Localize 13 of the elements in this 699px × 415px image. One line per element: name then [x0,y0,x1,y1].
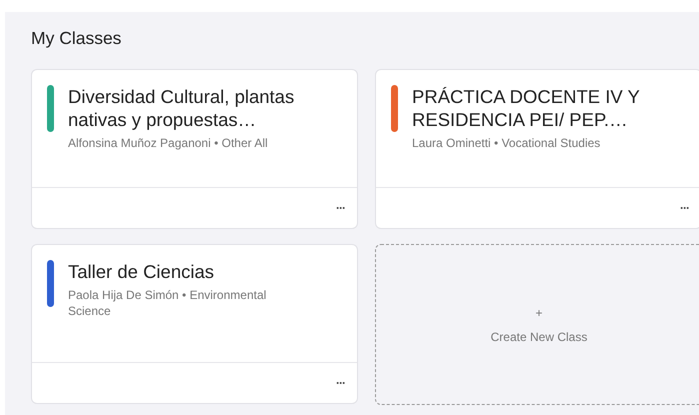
create-class-label: Create New Class [490,330,588,344]
plus-icon: + [535,306,542,320]
create-class-button[interactable]: + Create New Class [375,244,699,405]
section-heading: My Classes [31,28,122,49]
class-details: Alfonsina Muñoz Paganoni • Other All [68,135,269,151]
class-details: Paola Hija De Simón • Environmental Science [68,287,268,319]
class-details: Laura Ominetti • Vocational Studies [412,135,602,151]
class-title[interactable]: PRÁCTICA DOCENTE IV Y RESIDENCIA PEI/ PEP.… [412,85,687,131]
class-title[interactable]: Diversidad Cultural, plantas nativas y propuestas… [68,85,343,131]
more-menu-button[interactable]: ··· [680,201,689,215]
more-menu-button[interactable]: ··· [336,376,345,390]
class-title[interactable]: Taller de Ciencias [68,260,268,283]
more-menu-button[interactable]: ··· [336,201,345,215]
